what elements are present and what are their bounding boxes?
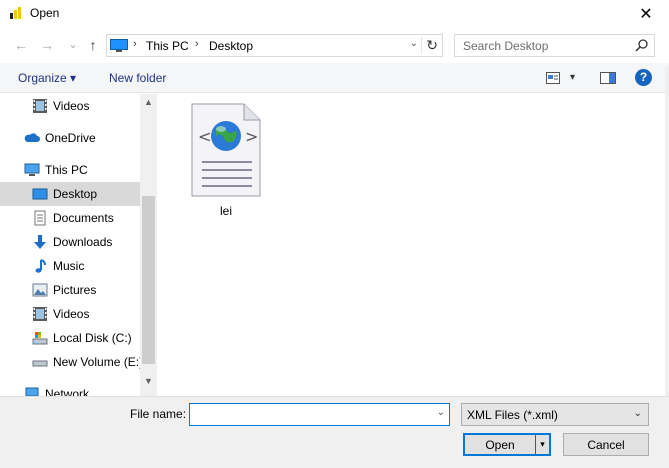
desktop-icon [32, 188, 48, 200]
sidebar-item-label: Videos [53, 99, 90, 113]
address-separator: › [195, 38, 199, 50]
sidebar-item-label: Music [53, 259, 85, 273]
scroll-down-arrow-icon[interactable]: ▼ [140, 373, 157, 390]
open-button-label: Open [485, 438, 515, 452]
sidebar-item-network[interactable]: Network [0, 382, 140, 396]
sidebar-item-this-pc[interactable]: This PC [0, 158, 140, 182]
sidebar-item-label: Network [45, 387, 90, 396]
picture-icon [32, 283, 48, 297]
file-name-field-label: File name: [130, 407, 187, 421]
computer-icon [110, 39, 128, 52]
sidebar-item-label: Desktop [53, 187, 98, 201]
network-icon [25, 387, 39, 396]
forward-button[interactable]: → [38, 37, 56, 53]
drive-icon [32, 360, 48, 367]
download-icon [34, 235, 46, 249]
sidebar-item-label: New Volume (E:) [53, 355, 140, 369]
sidebar-item-label: Pictures [53, 283, 97, 297]
svg-text:<: < [198, 127, 211, 146]
open-split-dropdown-icon[interactable]: ▾ [535, 435, 549, 454]
chevron-down-icon: ⌄ [633, 408, 642, 419]
address-bar[interactable]: › This PC › Desktop ⌄ ↻ [106, 34, 443, 57]
command-toolbar: Organize ▾ New folder ▾ ? [0, 63, 669, 93]
up-button[interactable]: ↑ [84, 37, 102, 53]
sidebar-item-onedrive[interactable]: OneDrive [0, 126, 140, 150]
back-button[interactable]: ← [12, 37, 30, 53]
cancel-button[interactable]: Cancel [563, 433, 649, 456]
address-segment-desktop[interactable]: Desktop [209, 39, 253, 53]
new-folder-button[interactable]: New folder [109, 71, 166, 85]
file-dialog-footer: File name: ⌄ XML Files (*.xml) ⌄ Open ▾ … [0, 396, 669, 468]
sidebar-item-label: This PC [45, 163, 88, 177]
video-icon [33, 99, 47, 113]
sidebar-item-downloads[interactable]: Downloads [0, 230, 140, 254]
view-dropdown-icon[interactable]: ▾ [570, 72, 575, 83]
preview-pane-icon[interactable] [600, 72, 616, 84]
sidebar-item-videos[interactable]: Videos [0, 302, 140, 326]
file-name-label: lei [219, 204, 232, 218]
sidebar-item-pictures[interactable]: Pictures [0, 278, 140, 302]
view-options-icon[interactable] [546, 72, 560, 84]
file-type-value: XML Files (*.xml) [467, 408, 558, 422]
video-icon [33, 307, 47, 321]
sidebar-item-label: OneDrive [45, 131, 96, 145]
close-icon: ✕ [639, 5, 653, 23]
sidebar-item-local-disk-c[interactable]: Local Disk (C:) [0, 326, 140, 350]
chevron-down-icon[interactable]: ⌄ [437, 407, 445, 418]
file-name-field[interactable]: ⌄ [189, 403, 450, 426]
sidebar-item-music[interactable]: Music [0, 254, 140, 278]
address-divider [421, 37, 422, 54]
sidebar-item-label: Documents [53, 211, 114, 225]
window-edge [665, 67, 669, 447]
sidebar-item-documents[interactable]: Documents [0, 206, 140, 230]
sidebar-item-videos-quick[interactable]: Videos [0, 94, 140, 118]
refresh-icon[interactable]: ↻ [426, 37, 438, 54]
navigation-bar: ← → ⌄ ↑ › This PC › Desktop ⌄ ↻ Search D… [0, 30, 669, 60]
search-icon [635, 39, 648, 52]
window-title: Open [30, 6, 60, 20]
scroll-up-arrow-icon[interactable]: ▲ [140, 94, 157, 111]
scrollbar-thumb[interactable] [142, 196, 155, 364]
computer-icon [24, 163, 40, 176]
help-icon[interactable]: ? [635, 69, 652, 86]
content-area: Videos OneDrive This PC Desktop Document… [0, 94, 669, 396]
navigation-pane-scrollbar[interactable]: ▲ ▼ [140, 94, 157, 396]
recent-locations-button[interactable]: ⌄ [64, 37, 82, 53]
search-input[interactable]: Search Desktop [454, 34, 655, 57]
sidebar-item-label: Downloads [53, 235, 113, 249]
svg-text:>: > [245, 127, 258, 146]
cloud-icon [24, 133, 40, 142]
close-button[interactable]: ✕ [623, 0, 669, 27]
sidebar-item-new-volume-e[interactable]: New Volume (E:) [0, 350, 140, 374]
address-segment-this-pc[interactable]: This PC [146, 39, 189, 53]
address-dropdown-icon[interactable]: ⌄ [410, 38, 418, 49]
app-icon [10, 7, 21, 19]
sidebar-item-desktop[interactable]: Desktop [0, 182, 140, 206]
address-separator: › [133, 38, 137, 50]
navigation-pane: Videos OneDrive This PC Desktop Document… [0, 94, 140, 396]
sidebar-item-label: Videos [53, 307, 90, 321]
cancel-button-label: Cancel [587, 438, 625, 452]
file-item[interactable]: < > lei [184, 100, 268, 218]
xml-file-icon: < > [191, 103, 261, 197]
file-type-select[interactable]: XML Files (*.xml) ⌄ [461, 403, 649, 426]
search-placeholder: Search Desktop [463, 39, 549, 53]
organize-menu-button[interactable]: Organize ▾ [18, 71, 76, 85]
sidebar-item-label: Local Disk (C:) [53, 331, 132, 345]
drive-icon [32, 332, 48, 345]
title-bar: Open ✕ [0, 0, 669, 27]
open-button[interactable]: Open ▾ [463, 433, 551, 456]
music-icon [35, 259, 46, 273]
file-list-pane: < > lei [157, 94, 669, 396]
document-icon [34, 210, 46, 226]
